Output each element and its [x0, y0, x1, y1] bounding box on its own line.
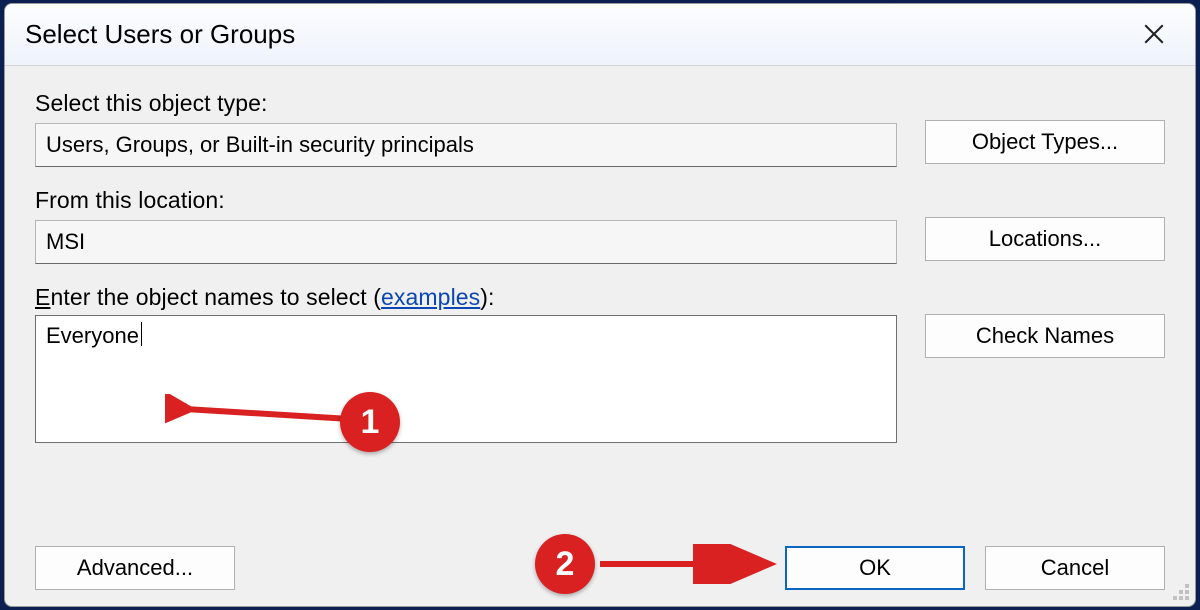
object-types-button[interactable]: Object Types...: [925, 120, 1165, 164]
location-value: MSI: [46, 229, 85, 255]
ok-button[interactable]: OK: [785, 546, 965, 590]
object-names-label: Enter the object names to select (exampl…: [35, 284, 897, 311]
resize-grip[interactable]: [1173, 584, 1191, 602]
object-type-label: Select this object type:: [35, 90, 897, 117]
cancel-button[interactable]: Cancel: [985, 546, 1165, 590]
select-users-dialog: Select Users or Groups Select this objec…: [4, 3, 1196, 607]
object-type-value: Users, Groups, or Built-in security prin…: [46, 132, 474, 158]
examples-link[interactable]: examples: [381, 284, 480, 310]
dialog-content: Select this object type: Users, Groups, …: [5, 66, 1195, 606]
object-type-row: Select this object type: Users, Groups, …: [35, 90, 1165, 167]
object-names-input[interactable]: Everyone: [35, 315, 897, 443]
location-label: From this location:: [35, 187, 897, 214]
dialog-footer: Advanced... OK Cancel: [35, 546, 1165, 590]
check-names-button[interactable]: Check Names: [925, 314, 1165, 358]
advanced-button[interactable]: Advanced...: [35, 546, 235, 590]
text-caret: [141, 322, 142, 346]
location-field: MSI: [35, 220, 897, 264]
label-rest: nter the object names to select (: [50, 284, 381, 310]
label-accel-char: E: [35, 284, 50, 310]
location-row: From this location: MSI Locations...: [35, 187, 1165, 264]
titlebar: Select Users or Groups: [5, 4, 1195, 66]
object-type-field: Users, Groups, or Built-in security prin…: [35, 123, 897, 167]
object-names-row: Enter the object names to select (exampl…: [35, 284, 1165, 443]
close-icon: [1144, 22, 1164, 48]
object-names-value: Everyone: [46, 323, 139, 348]
locations-button[interactable]: Locations...: [925, 217, 1165, 261]
label-suffix: ):: [480, 284, 494, 310]
dialog-title: Select Users or Groups: [25, 19, 295, 50]
close-button[interactable]: [1131, 12, 1177, 58]
